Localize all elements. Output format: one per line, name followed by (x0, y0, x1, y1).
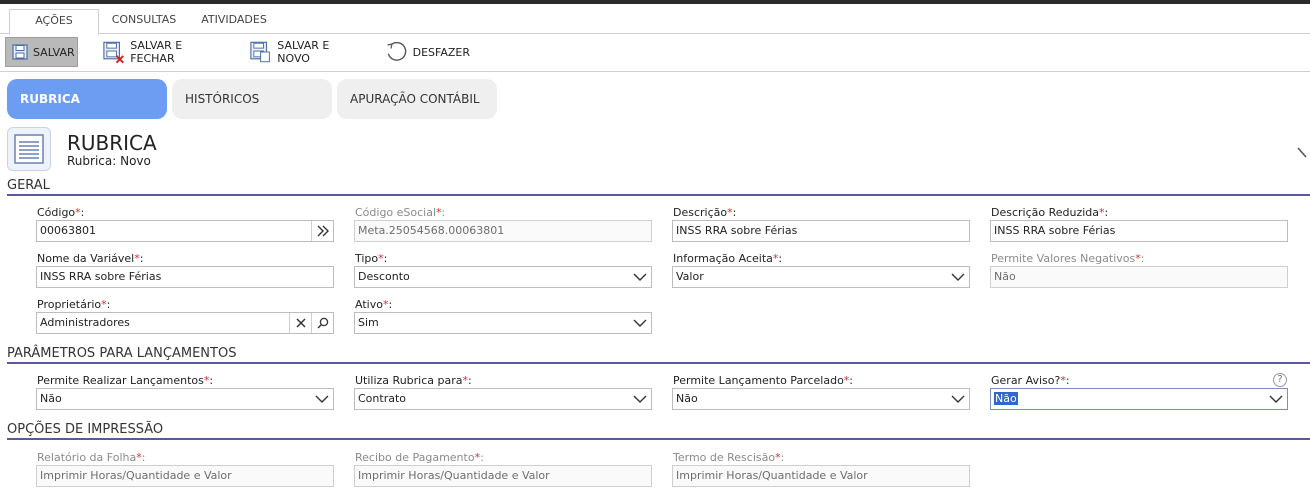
informacao-aceita-select[interactable]: Valor (672, 266, 970, 288)
section-impressao: OPÇÕES DE IMPRESSÃO (7, 423, 1310, 440)
save-new-icon (250, 41, 270, 63)
document-icon (7, 127, 51, 171)
label-permite-lancamentos: Permite Realizar Lançamentos*: (37, 374, 214, 387)
label-informacao-aceita: Informação Aceita*: (673, 252, 783, 265)
permite-parcelado-select[interactable]: Não (672, 388, 970, 410)
label-tipo: Tipo*: (355, 252, 388, 265)
undo-label: DESFAZER (412, 45, 470, 59)
permite-negativos-field: Não (990, 266, 1288, 288)
search-icon[interactable] (311, 313, 333, 333)
label-codigo: Código*: (37, 206, 85, 219)
label-recibo-pagamento: Recibo de Pagamento*: (355, 451, 484, 464)
label-codigo-esocial: Código eSocial*: (355, 206, 446, 219)
chevron-down-icon[interactable] (629, 267, 651, 287)
help-icon[interactable]: ? (1273, 373, 1287, 387)
tab-apuracao-contabil[interactable]: APURAÇÃO CONTÁBIL (337, 79, 497, 119)
next-code-icon[interactable] (311, 221, 333, 241)
termo-rescisao-field: Imprimir Horas/Quantidade e Valor (672, 465, 970, 487)
label-permite-negativos: Permite Valores Negativos*: (991, 252, 1145, 265)
save-close-label: SALVAR E FECHAR (130, 39, 183, 65)
tab-atividades[interactable]: ATIVIDADES (194, 9, 274, 34)
label-utiliza-rubrica: Utiliza Rubrica para*: (355, 374, 472, 387)
page-title: RUBRICA (67, 131, 157, 155)
label-nome-variavel: Nome da Variável*: (37, 252, 144, 265)
label-permite-parcelado: Permite Lançamento Parcelado*: (673, 374, 854, 387)
chevron-down-icon[interactable] (629, 313, 651, 333)
codigo-input[interactable]: 00063801 (36, 220, 334, 242)
gerar-aviso-select[interactable]: Não (990, 388, 1288, 410)
save-and-close-button[interactable]: SALVAR E FECHAR (101, 37, 227, 67)
codigo-esocial-input: Meta.25054568.00063801 (354, 220, 652, 242)
label-descricao: Descrição*: (673, 206, 737, 219)
collapse-chevron-icon[interactable] (1297, 145, 1310, 161)
chevron-down-icon[interactable] (947, 389, 969, 409)
save-close-icon (103, 41, 124, 64)
tab-acoes[interactable]: AÇÕES (9, 9, 99, 35)
save-and-new-button[interactable]: SALVAR E NOVO (248, 37, 363, 67)
ativo-select[interactable]: Sim (354, 312, 652, 334)
page-subtitle: Rubrica: Novo (67, 154, 151, 168)
proprietario-input[interactable]: Administradores (36, 312, 334, 334)
label-termo-rescisao: Termo de Rescisão*: (673, 451, 785, 464)
section-geral: GERAL (7, 179, 1310, 196)
descricao-input[interactable]: INSS RRA sobre Férias (672, 220, 970, 242)
nome-variavel-input[interactable]: INSS RRA sobre Férias (36, 266, 334, 288)
tipo-select[interactable]: Desconto (354, 266, 652, 288)
chevron-down-icon[interactable] (1265, 389, 1287, 409)
recibo-pagamento-field: Imprimir Horas/Quantidade e Valor (354, 465, 652, 487)
section-parametros: PARÂMETROS PARA LANÇAMENTOS (7, 347, 1310, 364)
label-gerar-aviso: Gerar Aviso?*: (991, 374, 1070, 387)
toolbar: SALVAR SALVAR E FECHAR SALVAR E NOVO DES… (0, 34, 1310, 72)
chevron-down-icon[interactable] (311, 389, 333, 409)
tab-consultas[interactable]: CONSULTAS (104, 9, 184, 34)
label-ativo: Ativo*: (355, 298, 393, 311)
undo-button[interactable]: DESFAZER (384, 37, 470, 67)
clear-icon[interactable] (289, 313, 311, 333)
label-descricao-reduzida: Descrição Reduzida*: (991, 206, 1109, 219)
label-proprietario: Proprietário*: (37, 298, 111, 311)
save-icon (12, 44, 28, 60)
save-new-label: SALVAR E NOVO (277, 39, 330, 65)
chevron-down-icon[interactable] (629, 389, 651, 409)
save-button[interactable]: SALVAR (5, 37, 78, 67)
tab-historicos[interactable]: HISTÓRICOS (172, 79, 332, 119)
save-label: SALVAR (33, 45, 75, 59)
ribbon-tabs: AÇÕES CONSULTAS ATIVIDADES (0, 4, 1310, 35)
descricao-reduzida-input[interactable]: INSS RRA sobre Férias (990, 220, 1288, 242)
label-relatorio-folha: Relatório da Folha*: (37, 451, 146, 464)
undo-icon (387, 41, 407, 61)
tab-rubrica[interactable]: RUBRICA (7, 79, 167, 119)
permite-lancamentos-select[interactable]: Não (36, 388, 334, 410)
chevron-down-icon[interactable] (947, 267, 969, 287)
utiliza-rubrica-select[interactable]: Contrato (354, 388, 652, 410)
relatorio-folha-field: Imprimir Horas/Quantidade e Valor (36, 465, 334, 487)
